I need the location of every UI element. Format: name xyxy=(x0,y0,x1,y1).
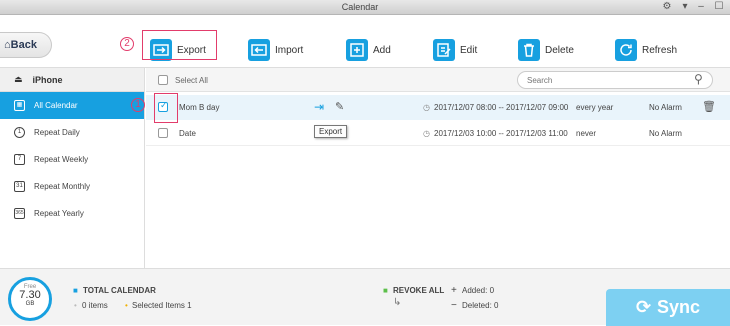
home-icon: ⌂ xyxy=(4,39,11,51)
items-count: 0 items xyxy=(82,301,108,310)
storage-gauge: Free 7.30 GB xyxy=(8,277,52,321)
back-label: Back xyxy=(10,39,37,51)
edit-label: Edit xyxy=(460,44,478,56)
repeat-monthly-icon: 31 xyxy=(14,181,25,192)
sidebar: ⏏ iPhone ▦ All Calendar 1 Repeat Daily 7… xyxy=(0,68,145,268)
deleted-count: Deleted: 0 xyxy=(462,301,499,310)
table-row[interactable]: Date ◷ 2017/12/03 10:00 -- 2017/12/03 11… xyxy=(146,121,730,146)
sync-label: Sync xyxy=(657,297,701,317)
select-all-label: Select All xyxy=(175,76,208,85)
event-repeat: every year xyxy=(576,103,614,112)
import-label: Import xyxy=(275,44,304,56)
toolbar: ⌂Back Export Import Add Edit Delete Refr… xyxy=(0,16,730,68)
refresh-label: Refresh xyxy=(642,44,678,56)
trash-icon xyxy=(518,39,540,61)
clock-icon: ◷ xyxy=(423,103,430,112)
sidebar-item-label: Repeat Monthly xyxy=(34,182,91,191)
clock-icon: ◷ xyxy=(423,129,430,138)
sync-button[interactable]: ⟳ Sync xyxy=(606,289,730,326)
sidebar-item-label: Repeat Weekly xyxy=(34,155,89,164)
refresh-icon xyxy=(615,39,637,61)
repeat-weekly-icon: 7 xyxy=(14,154,25,165)
export-row-icon[interactable]: ⇥ xyxy=(314,100,324,114)
export-tooltip: Export xyxy=(314,125,348,138)
row-checkbox-highlight-box xyxy=(154,93,178,123)
event-name: Date xyxy=(179,129,196,138)
bullet-icon: • xyxy=(125,301,128,310)
device-header[interactable]: ⏏ iPhone xyxy=(0,68,144,92)
step-1-marker: 1 xyxy=(131,98,145,112)
event-alarm: No Alarm xyxy=(649,103,682,112)
refresh-button[interactable]: Refresh xyxy=(615,32,677,68)
search-icon[interactable]: ⚲ xyxy=(694,72,703,86)
window-title: Calendar xyxy=(341,2,379,12)
edit-icon xyxy=(433,39,455,61)
add-label: Add xyxy=(373,44,391,56)
storage-value: 7.30 xyxy=(19,289,41,301)
edit-button[interactable]: Edit xyxy=(433,32,477,68)
repeat-yearly-icon: 365 xyxy=(14,208,25,219)
added-count: Added: 0 xyxy=(462,286,495,295)
revoke-marker-icon: ■ xyxy=(383,286,388,295)
event-repeat: never xyxy=(576,129,597,138)
delete-button[interactable]: Delete xyxy=(518,32,574,68)
search-input[interactable] xyxy=(517,71,713,89)
settings-icon[interactable]: ⚙ xyxy=(660,1,674,13)
eject-icon: ⏏ xyxy=(14,74,23,84)
plus-icon: + xyxy=(451,285,457,296)
sidebar-item-label: Repeat Yearly xyxy=(34,209,84,218)
calendar-list: Select All ⚲ ✓ Mom B day ⇥ ✎ ◷ 2017/12/0… xyxy=(146,68,730,268)
status-footer: Free 7.30 GB ■ TOTAL CALENDAR • 0 items … xyxy=(0,268,730,326)
total-calendar-title: TOTAL CALENDAR xyxy=(83,286,156,295)
trash-icon[interactable]: 🗑 xyxy=(702,100,716,113)
sidebar-item-repeat-weekly[interactable]: 7 Repeat Weekly xyxy=(0,146,144,173)
maximize-icon[interactable]: ☐ xyxy=(712,1,726,13)
revoke-all-button[interactable]: REVOKE ALL xyxy=(393,286,444,295)
bullet-icon: • xyxy=(74,301,77,310)
device-name: iPhone xyxy=(32,74,63,85)
repeat-daily-icon: 1 xyxy=(14,127,25,138)
title-bar: Calendar ⚙ ▾ – ☐ xyxy=(0,0,730,15)
sidebar-item-label: All Calendar xyxy=(34,101,78,110)
event-time: 2017/12/03 10:00 -- 2017/12/03 11:00 xyxy=(434,129,568,138)
minus-icon: − xyxy=(451,300,457,311)
sync-icon: ⟳ xyxy=(635,297,652,317)
sidebar-item-repeat-daily[interactable]: 1 Repeat Daily xyxy=(0,119,144,146)
sidebar-item-all-calendar[interactable]: ▦ All Calendar xyxy=(0,92,144,119)
minimize-icon[interactable]: – xyxy=(694,1,708,13)
back-button[interactable]: ⌂Back xyxy=(0,32,52,58)
export-highlight-box xyxy=(142,30,217,60)
delete-label: Delete xyxy=(545,44,574,56)
return-arrow-icon: ↳ xyxy=(393,297,402,308)
import-icon xyxy=(248,39,270,61)
event-name: Mom B day xyxy=(179,103,220,112)
sidebar-item-repeat-monthly[interactable]: 31 Repeat Monthly xyxy=(0,173,144,200)
edit-row-icon[interactable]: ✎ xyxy=(335,100,344,113)
sidebar-item-repeat-yearly[interactable]: 365 Repeat Yearly xyxy=(0,200,144,227)
import-button[interactable]: Import xyxy=(248,32,303,68)
add-icon xyxy=(346,39,368,61)
row-checkbox[interactable] xyxy=(158,128,168,138)
total-marker-icon: ■ xyxy=(73,286,78,295)
calendar-all-icon: ▦ xyxy=(14,100,25,111)
storage-unit: GB xyxy=(25,301,35,307)
add-button[interactable]: Add xyxy=(346,32,391,68)
select-all-checkbox[interactable] xyxy=(158,75,168,85)
list-header: Select All ⚲ xyxy=(146,68,730,92)
step-2-marker: 2 xyxy=(120,37,134,51)
event-alarm: No Alarm xyxy=(649,129,682,138)
sidebar-item-label: Repeat Daily xyxy=(34,128,80,137)
selected-count: Selected Items 1 xyxy=(132,301,192,310)
table-row[interactable]: ✓ Mom B day ⇥ ✎ ◷ 2017/12/07 08:00 -- 20… xyxy=(146,95,730,120)
event-time: 2017/12/07 08:00 -- 2017/12/07 09:00 xyxy=(434,103,569,112)
chevron-down-icon[interactable]: ▾ xyxy=(678,1,692,13)
